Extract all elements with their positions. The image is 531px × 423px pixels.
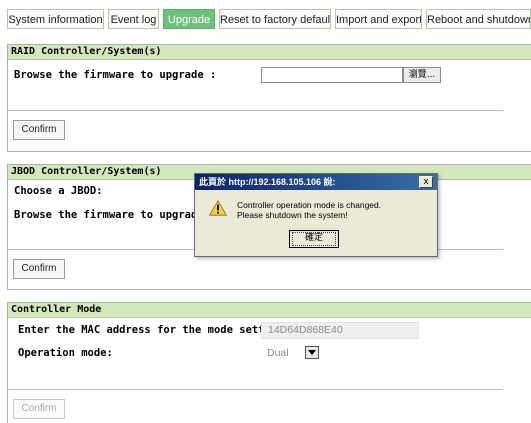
- tab-system-information[interactable]: System information: [7, 9, 104, 29]
- dialog-message-line2: Please shutdown the system!: [237, 210, 348, 220]
- raid-firmware-file-input[interactable]: [261, 67, 403, 83]
- controller-mode-confirm-button[interactable]: Confirm: [13, 399, 65, 419]
- raid-section-title: RAID Controller/System(s): [8, 45, 531, 60]
- raid-confirm-button[interactable]: Confirm: [13, 120, 65, 140]
- close-icon[interactable]: x: [419, 176, 433, 188]
- warning-icon: [208, 200, 228, 219]
- controller-mode-title: Controller Mode: [8, 303, 531, 318]
- raid-section: RAID Controller/System(s) Browse the fir…: [7, 44, 531, 152]
- operation-mode-select[interactable]: Dual: [261, 345, 341, 361]
- tab-upgrade[interactable]: Upgrade: [163, 9, 215, 29]
- tab-event-log[interactable]: Event log: [108, 9, 159, 29]
- controller-mode-section: Controller Mode Enter the MAC address fo…: [7, 302, 531, 423]
- tab-import-export[interactable]: Import and export: [335, 9, 422, 29]
- jbod-choose-label: Choose a JBOD:: [14, 185, 103, 197]
- operation-mode-label: Operation mode:: [18, 347, 113, 359]
- tab-reboot-shutdown[interactable]: Reboot and shutdown: [426, 9, 531, 29]
- tab-reset-factory-default[interactable]: Reset to factory default: [219, 9, 331, 29]
- tab-bar: System information Event log Upgrade Res…: [0, 0, 531, 33]
- raid-browse-button[interactable]: 瀏覽...: [403, 67, 441, 83]
- chevron-down-icon[interactable]: [305, 346, 319, 359]
- raid-browse-label: Browse the firmware to upgrade :: [14, 69, 217, 81]
- dialog-message-line1: Controller operation mode is changed.: [237, 200, 382, 210]
- dialog-ok-button[interactable]: 確定: [289, 230, 339, 248]
- alert-dialog: 此頁於 http://192.168.105.106 說: x Controll…: [194, 173, 438, 257]
- jbod-browse-label: Browse the firmware to upgrade:: [14, 209, 210, 221]
- dialog-title: 此頁於 http://192.168.105.106 說:: [195, 174, 437, 190]
- jbod-confirm-button[interactable]: Confirm: [13, 259, 65, 279]
- mac-address-field[interactable]: 14D64D868E40: [261, 322, 419, 339]
- divider: [8, 389, 503, 390]
- operation-mode-value: Dual: [267, 347, 289, 359]
- dialog-ok-label: 確定: [304, 233, 323, 243]
- dialog-message: Controller operation mode is changed. Pl…: [237, 200, 381, 220]
- mac-address-label: Enter the MAC address for the mode setti…: [18, 324, 290, 336]
- divider: [8, 110, 503, 111]
